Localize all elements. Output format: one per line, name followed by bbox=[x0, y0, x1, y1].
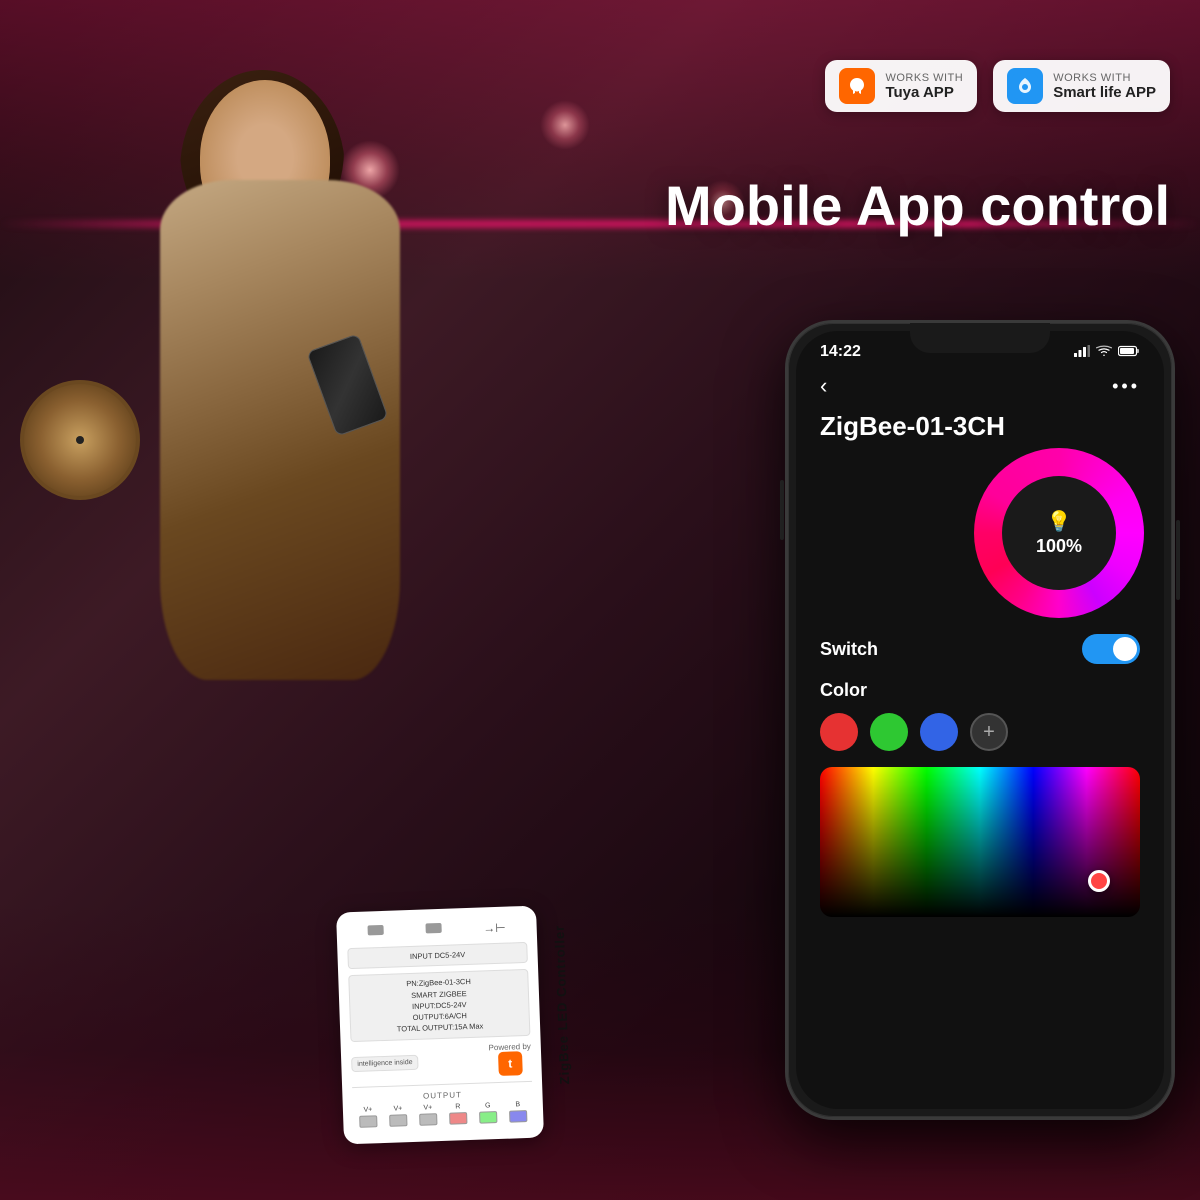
smartlife-badge: WORKS WITH Smart life APP bbox=[993, 60, 1170, 112]
switch-row: Switch bbox=[820, 634, 1140, 664]
more-options-button[interactable]: ••• bbox=[1112, 376, 1140, 397]
color-swatch-blue[interactable] bbox=[920, 713, 958, 751]
connector-right bbox=[425, 922, 441, 933]
connector-left bbox=[367, 924, 383, 935]
phone-notch bbox=[910, 323, 1050, 353]
power-toggle[interactable] bbox=[1082, 634, 1140, 664]
terminal-b: B bbox=[509, 1100, 528, 1124]
color-swatch-green[interactable] bbox=[870, 713, 908, 751]
main-headline: Mobile App control bbox=[665, 175, 1170, 237]
smartlife-icon bbox=[1007, 68, 1043, 104]
color-picker[interactable] bbox=[820, 767, 1140, 917]
brightness-ring-area[interactable]: 💡 100% bbox=[796, 448, 1164, 618]
phone-mockup: 14:22 bbox=[785, 320, 1175, 1120]
color-label: Color bbox=[820, 680, 1140, 701]
signal-icon bbox=[1074, 345, 1090, 360]
color-row: Color + bbox=[820, 680, 1140, 751]
recessed-light-2 bbox=[540, 100, 590, 150]
compatibility-badges: WORKS WITH Tuya APP WORKS WITH Smart lif… bbox=[825, 60, 1170, 112]
bulb-icon: 💡 bbox=[1047, 509, 1072, 534]
color-picker-cursor bbox=[1088, 870, 1110, 892]
brightness-percent: 100% bbox=[1036, 536, 1082, 557]
terminal-v3: V+ bbox=[419, 1103, 438, 1127]
brightness-ring[interactable]: 💡 100% bbox=[974, 448, 1144, 618]
status-time: 14:22 bbox=[820, 343, 861, 361]
device-white-box: →⊢ INPUT DC5-24V PN:ZigBee-01-3CH SMART … bbox=[336, 905, 544, 1143]
phone-nav-bar[interactable]: ‹ ••• bbox=[796, 365, 1164, 407]
toggle-knob bbox=[1113, 637, 1137, 661]
device-top-connectors: →⊢ bbox=[347, 919, 527, 939]
woman-body bbox=[160, 180, 400, 680]
status-icons bbox=[1074, 345, 1140, 360]
terminal-v1: V+ bbox=[359, 1105, 378, 1129]
phone-content: Switch Color + bbox=[796, 634, 1164, 917]
wifi-icon bbox=[1096, 345, 1112, 360]
tuya-icon bbox=[839, 68, 875, 104]
device-hardware: →⊢ INPUT DC5-24V PN:ZigBee-01-3CH SMART … bbox=[340, 909, 540, 1141]
add-color-button[interactable]: + bbox=[970, 713, 1008, 751]
terminal-r: R bbox=[449, 1102, 468, 1126]
smartlife-badge-text: WORKS WITH Smart life APP bbox=[1053, 72, 1156, 101]
phone-frame: 14:22 bbox=[785, 320, 1175, 1120]
device-input-label: INPUT DC5-24V bbox=[347, 941, 528, 969]
battery-icon bbox=[1118, 345, 1140, 360]
phone-screen: 14:22 bbox=[796, 331, 1164, 1109]
output-terminal-row: V+ V+ V+ R G bbox=[353, 1100, 534, 1129]
tuya-badge-text: WORKS WITH Tuya APP bbox=[885, 72, 963, 101]
device-tuya-badge: intelligence inside Powered by t bbox=[351, 1041, 532, 1080]
back-button[interactable]: ‹ bbox=[820, 373, 827, 399]
device-output-section: OUTPUT V+ V+ V+ R bbox=[352, 1080, 533, 1129]
color-swatch-red[interactable] bbox=[820, 713, 858, 751]
volume-button bbox=[780, 480, 784, 540]
powered-by-label: Powered by t bbox=[488, 1041, 531, 1075]
intelligence-badge: intelligence inside bbox=[351, 1054, 419, 1071]
woman-figure bbox=[80, 60, 480, 880]
ring-center: 💡 100% bbox=[1002, 476, 1116, 590]
device-spec-block: PN:ZigBee-01-3CH SMART ZIGBEE INPUT:DC5-… bbox=[348, 969, 530, 1041]
power-button bbox=[1176, 520, 1180, 600]
tuya-badge: WORKS WITH Tuya APP bbox=[825, 60, 977, 112]
switch-label: Switch bbox=[820, 639, 878, 660]
tuya-logo-device: t bbox=[498, 1050, 523, 1075]
terminal-v2: V+ bbox=[389, 1104, 408, 1128]
arrow-symbol: →⊢ bbox=[483, 920, 506, 935]
color-swatches: + bbox=[820, 713, 1140, 751]
terminal-g: G bbox=[479, 1101, 498, 1125]
